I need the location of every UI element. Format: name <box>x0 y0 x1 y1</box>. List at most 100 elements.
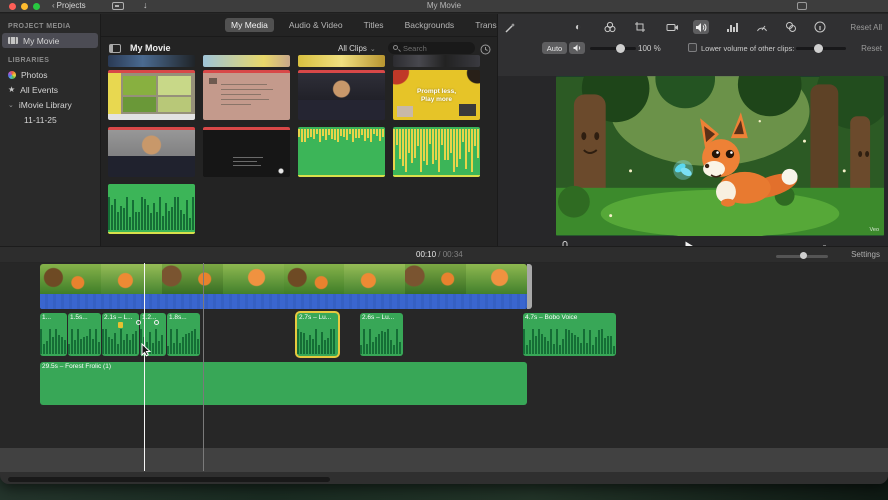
tab-titles[interactable]: Titles <box>358 18 390 32</box>
horizontal-scrollbar[interactable] <box>8 477 330 482</box>
timeline-video-frame[interactable] <box>161 264 223 294</box>
auto-volume-button[interactable]: Auto <box>542 42 567 54</box>
timeline-gutter <box>0 448 888 472</box>
noise-reduction-icon[interactable] <box>724 20 740 34</box>
tab-backgrounds[interactable]: Backgrounds <box>399 18 461 32</box>
sidebar-item-all-events[interactable]: ★ All Events <box>0 82 100 97</box>
timeline-audio-clip[interactable]: 4.7s – Bobo Voice <box>523 313 616 356</box>
disclosure-chevron-icon[interactable]: ⌄ <box>8 101 14 109</box>
timeline-video-frame[interactable] <box>405 264 467 294</box>
media-thumbnail-promo[interactable]: Prompt less, Play more <box>393 70 480 120</box>
sidebar-item-imovie-library[interactable]: ⌄ iMovie Library <box>0 97 100 112</box>
media-thumbnail-terminal[interactable] <box>203 127 290 177</box>
waveform <box>360 328 403 354</box>
enhance-wand-icon[interactable] <box>504 21 516 39</box>
media-thumbnail-videodark[interactable] <box>298 70 385 120</box>
clip-label: 1.8s... <box>169 314 187 321</box>
clip-label: 1... <box>42 314 52 321</box>
color-balance-icon[interactable]: ◐ <box>570 20 586 34</box>
browser-title: My Movie <box>130 43 171 53</box>
search-icon <box>393 45 398 50</box>
volume-reset-button[interactable]: Reset <box>861 44 882 53</box>
timeline-music-clip[interactable]: 29.5s – Forest Frolic (1) <box>40 362 527 405</box>
lower-volume-label: Lower volume of other clips: <box>701 44 795 53</box>
lower-volume-slider-knob[interactable] <box>814 44 823 53</box>
info-icon[interactable] <box>812 20 828 34</box>
sidebar-item-photos[interactable]: Photos <box>0 67 100 82</box>
reset-all-button[interactable]: Reset All <box>850 23 882 32</box>
media-thumbnail-doc[interactable] <box>203 70 290 120</box>
search-input[interactable]: Search <box>388 42 475 54</box>
timeline-audio-clip[interactable]: 2.1s – L... <box>102 313 139 356</box>
timeline-video-clip[interactable] <box>40 264 527 294</box>
fox-forest-frame <box>556 76 884 236</box>
timeline-audio-clip[interactable]: 1.5s... <box>68 313 101 356</box>
timecode: 00:10 / 00:34 <box>416 250 463 259</box>
sidebar-toggle-icon[interactable] <box>109 44 121 53</box>
tab-audio-video[interactable]: Audio & Video <box>283 18 349 32</box>
timeline-video-frame[interactable] <box>100 264 162 294</box>
clip-trim-handle[interactable] <box>527 264 532 309</box>
timeline-video-frame[interactable] <box>283 264 345 294</box>
sidebar-item-event-date[interactable]: 11-11-25 <box>0 112 100 127</box>
clip-zoom-knob[interactable] <box>800 252 807 259</box>
media-thumbnail-grid[interactable] <box>108 70 195 120</box>
crop-icon[interactable] <box>632 20 648 34</box>
chevron-down-icon: ⌄ <box>369 46 376 53</box>
mouse-cursor <box>141 342 152 362</box>
timeline-audio-clip[interactable]: 2.6s – Lu... <box>360 313 403 356</box>
media-thumbnail-strip1[interactable] <box>203 55 290 67</box>
media-thumbnail-strip2[interactable] <box>298 55 385 67</box>
media-thumbnail-audio-spikes[interactable] <box>393 127 480 177</box>
media-thumbnail-strip3[interactable] <box>393 55 480 67</box>
clip-label: 1.2... <box>142 314 157 321</box>
history-icon[interactable] <box>480 42 491 60</box>
volume-slider-knob[interactable] <box>616 44 625 53</box>
timeline: 1... 1.5s... 2.1s – L... 1.2... 1.8s... 2.7s … <box>0 263 888 484</box>
stabilization-icon[interactable] <box>664 20 680 34</box>
timeline-audio-clip[interactable]: 2.7s – Lu... <box>297 313 338 356</box>
gallery-icon[interactable] <box>797 2 807 10</box>
timeline-audio-clip[interactable]: 1... <box>40 313 67 356</box>
lower-volume-checkbox[interactable] <box>688 43 697 52</box>
volume-percent: 100 % <box>638 44 661 53</box>
volume-slider[interactable] <box>590 47 636 50</box>
fade-handle-icon[interactable] <box>136 320 141 325</box>
tab-my-media[interactable]: My Media <box>225 18 274 32</box>
promo-text: Play more <box>420 96 453 103</box>
sidebar-item-my-movie[interactable]: My Movie <box>2 33 98 48</box>
volume-icon[interactable] <box>693 20 709 34</box>
clip-filter-icon[interactable] <box>783 20 799 34</box>
speed-icon[interactable] <box>754 20 770 34</box>
waveform <box>102 328 139 354</box>
project-media-header: PROJECT MEDIA <box>8 23 71 30</box>
timeline-video-frame[interactable] <box>466 264 527 294</box>
media-thumbnail-strip0[interactable] <box>108 55 195 67</box>
timeline-settings-button[interactable]: Settings <box>851 250 880 259</box>
imovie-window: ‹ Projects ↓ My Movie My Media Audio & Vi… <box>0 0 888 484</box>
waveform <box>393 129 480 173</box>
timeline-video-frame[interactable] <box>40 264 101 294</box>
waveform <box>523 328 616 354</box>
photos-icon <box>8 70 16 79</box>
preview-video[interactable]: Veo <box>556 76 884 236</box>
media-thumbnail-audio-yellowtop[interactable] <box>298 127 385 177</box>
fade-handle-icon[interactable] <box>154 320 159 325</box>
media-thumbnail-audio-wave[interactable] <box>108 184 195 234</box>
butterfly <box>673 159 694 180</box>
clip-filter-dropdown[interactable]: All Clips ⌄ <box>338 44 376 53</box>
timeline-video-frame[interactable] <box>222 264 284 294</box>
clip-label: 2.1s – L... <box>104 314 133 321</box>
timeline-video-frame[interactable] <box>344 264 406 294</box>
clip-label: 2.6s – Lu... <box>362 314 395 321</box>
clip-label: 1.5s... <box>70 314 88 321</box>
video-watermark: Veo <box>869 227 879 233</box>
color-correction-icon[interactable] <box>602 20 618 34</box>
media-thumbnail-headshot[interactable] <box>108 127 195 177</box>
waveform <box>298 129 385 142</box>
playhead[interactable] <box>144 263 145 471</box>
timeline-audio-clip[interactable]: 1.8s... <box>167 313 200 356</box>
waveform <box>297 328 338 354</box>
mute-button[interactable] <box>569 42 585 54</box>
video-clip-audio-strip[interactable] <box>40 294 527 309</box>
